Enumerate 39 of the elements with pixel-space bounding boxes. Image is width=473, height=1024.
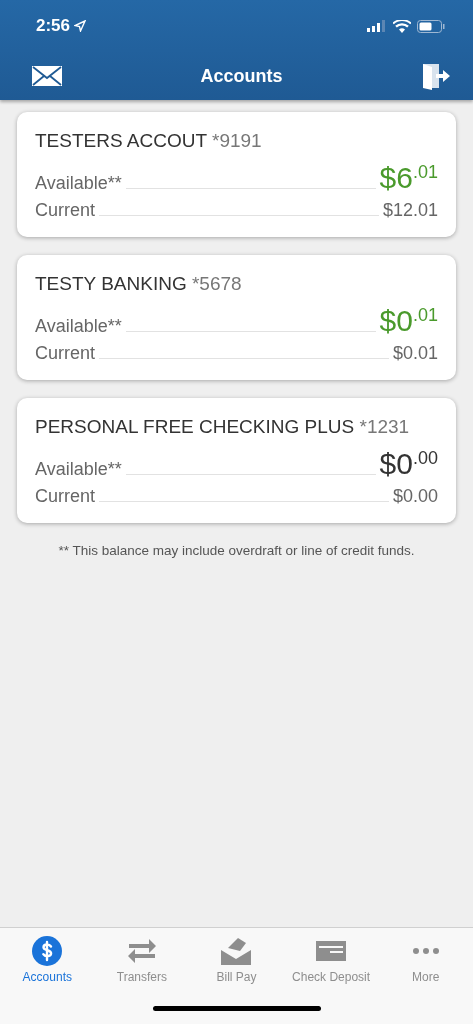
status-time: 2:56 (36, 16, 71, 36)
available-label: Available** (35, 459, 122, 480)
account-number: *1231 (359, 416, 410, 437)
current-balance: $0.01 (392, 343, 438, 364)
dollar-icon (32, 936, 63, 966)
account-name: TESTERS ACCOUT (35, 130, 207, 151)
account-name: PERSONAL FREE CHECKING PLUS (35, 416, 355, 437)
battery-icon (417, 19, 445, 33)
account-number: *5678 (191, 273, 242, 294)
available-balance: $6$^{.01}$ (379, 162, 438, 194)
current-label: Current (35, 486, 96, 507)
available-balance: $0$^{.01}$ (379, 305, 438, 337)
tab[interactable]: Check Deposit (283, 936, 379, 984)
check-icon (316, 938, 347, 964)
account-name: TESTY BANKING (35, 273, 187, 294)
current-label: Current (35, 200, 96, 221)
available-balance: $0$^{.00}$ (379, 448, 438, 480)
current-balance: $12.01 (382, 200, 438, 221)
available-label: Available** (35, 173, 122, 194)
current-balance: $0.00 (392, 486, 438, 507)
current-label: Current (35, 343, 96, 364)
more-dots-icon (412, 948, 439, 954)
account-number: *9191 (212, 130, 262, 151)
tab[interactable]: Transfers (94, 936, 190, 984)
tab[interactable]: Accounts (0, 936, 95, 984)
footnote: ** This balance may include overdraft or line of credit funds. (57, 543, 416, 558)
available-label: Available** (35, 316, 122, 337)
account-card[interactable]: PERSONAL FREE CHECKING PLUS *1231 Available** $0$^{.00}$ Current $0.00 (17, 398, 456, 523)
envelope-icon (220, 936, 253, 966)
signal-icon (367, 20, 387, 32)
account-card[interactable]: TESTERS ACCOUT *9191 Available** $6$^{.01}$ Current $12.01 (17, 112, 456, 237)
wifi-icon (393, 19, 411, 33)
logout-door-icon[interactable] (421, 62, 451, 90)
tab[interactable]: Bill Pay (189, 936, 284, 984)
account-card[interactable]: TESTY BANKING *5678 Available** $0$^{.01}$ Current $0.01 (17, 255, 456, 380)
location-icon (74, 20, 87, 32)
mail-icon[interactable] (32, 66, 62, 86)
tab[interactable]: More (378, 936, 473, 984)
screen-title: Accounts (200, 65, 283, 87)
